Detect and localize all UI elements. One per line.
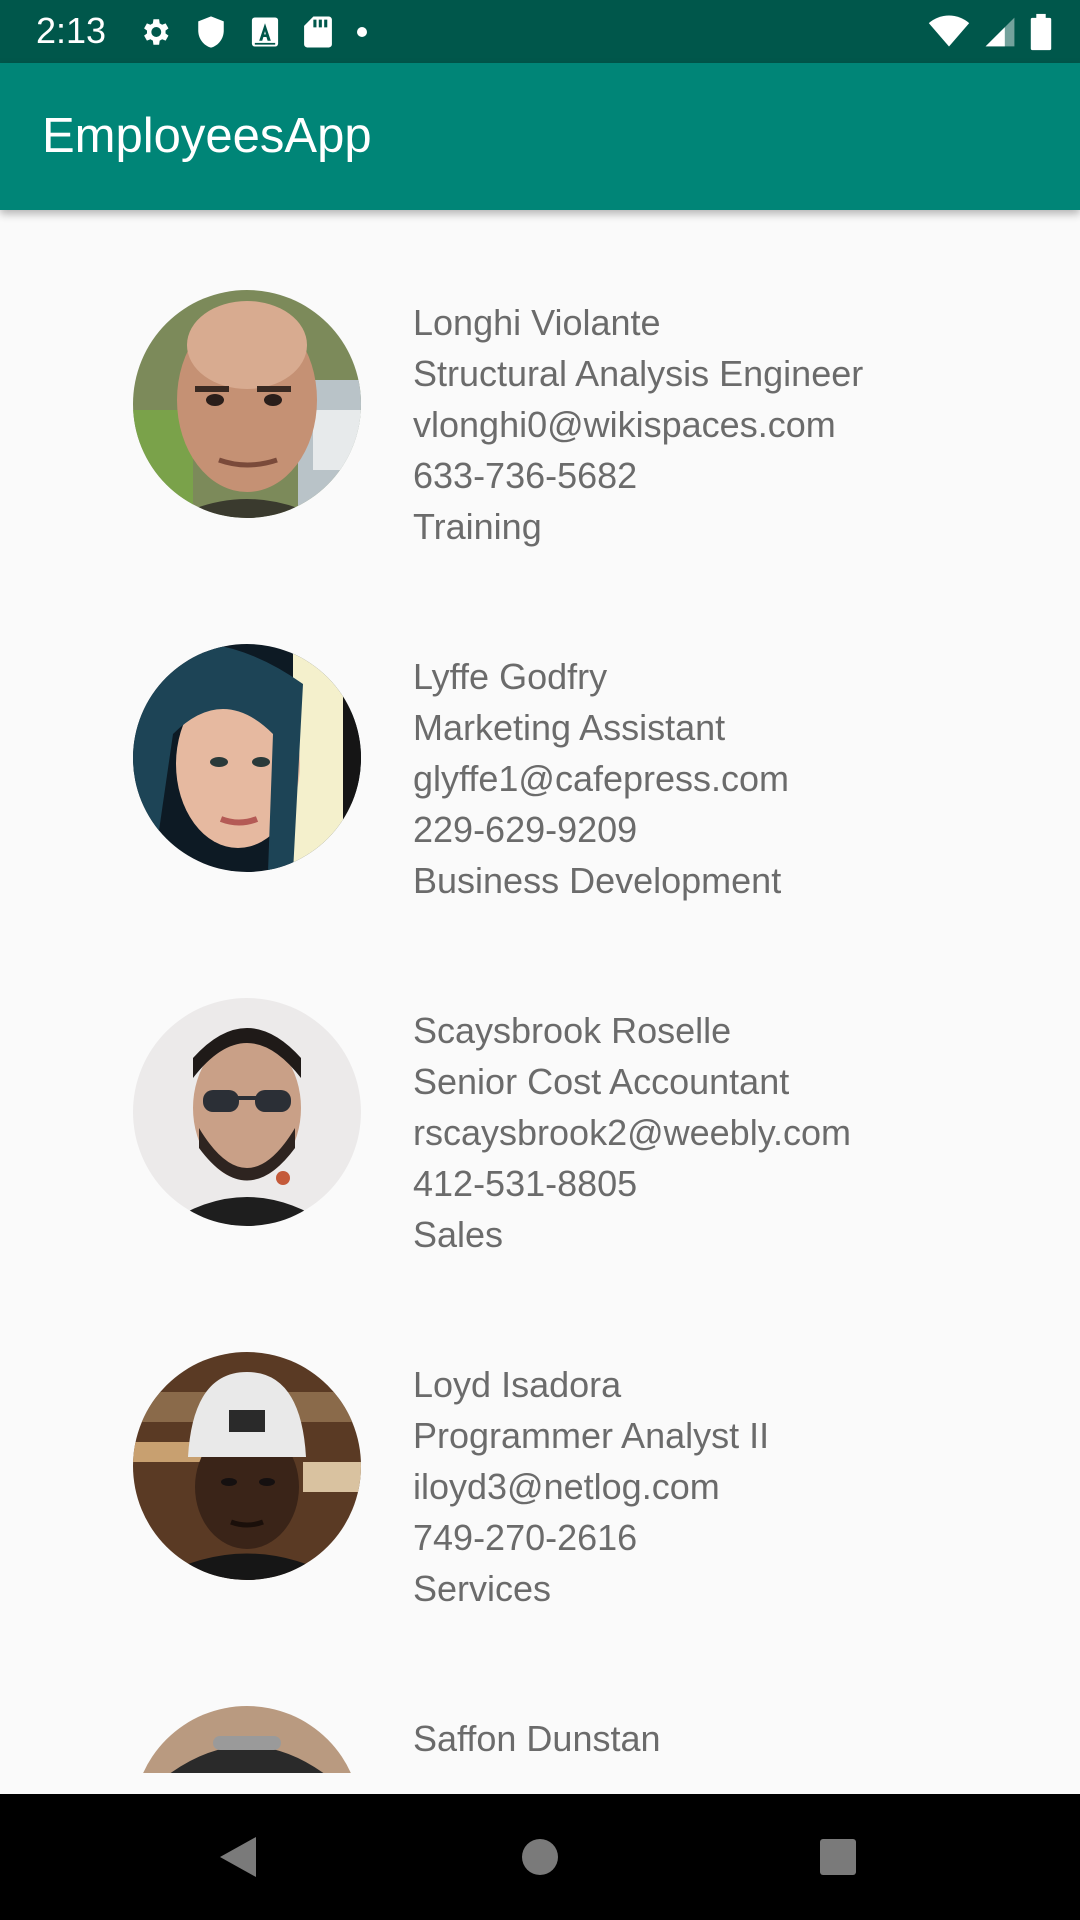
employee-phone: 229-629-9209 <box>413 809 638 850</box>
battery-icon <box>1030 13 1052 51</box>
employee-name: Lyffe Godfry <box>413 656 608 697</box>
employee-row[interactable]: Longhi Violante Structural Analysis Engi… <box>0 210 1080 564</box>
employee-avatar <box>133 290 361 518</box>
employee-info: Longhi Violante Structural Analysis Engi… <box>413 297 1053 552</box>
employee-info: Lyffe Godfry Marketing Assistant glyffe1… <box>413 651 1053 906</box>
employee-list[interactable]: Longhi Violante Structural Analysis Engi… <box>0 210 1080 1773</box>
employee-title: Programmer Analyst II <box>413 1415 770 1456</box>
employee-name: Longhi Violante <box>413 302 661 343</box>
employee-row[interactable]: Scaysbrook Roselle Senior Cost Accountan… <box>0 918 1080 1272</box>
employee-row[interactable]: Loyd Isadora Programmer Analyst II iloyd… <box>0 1272 1080 1626</box>
employee-department: Services <box>413 1568 552 1609</box>
status-icons-right <box>928 13 1052 51</box>
employee-avatar <box>133 998 361 1226</box>
recents-button[interactable] <box>778 1794 898 1920</box>
employee-name: Scaysbrook Roselle <box>413 1010 732 1051</box>
employee-name: Saffon Dunstan <box>413 1718 661 1759</box>
status-icons-left <box>138 14 368 50</box>
navigation-bar <box>0 1794 1080 1920</box>
employee-email: iloyd3@netlog.com <box>413 1466 720 1507</box>
home-button[interactable] <box>480 1794 600 1920</box>
sd-card-icon <box>304 16 332 48</box>
employee-avatar <box>133 1352 361 1580</box>
status-bar: 2:13 <box>0 0 1080 63</box>
employee-row[interactable]: Lyffe Godfry Marketing Assistant glyffe1… <box>0 564 1080 918</box>
signal-icon <box>985 17 1015 47</box>
employee-row[interactable]: Saffon Dunstan <box>0 1626 1080 1773</box>
back-icon <box>220 1837 256 1877</box>
employee-avatar <box>133 644 361 872</box>
shield-icon <box>198 16 224 48</box>
employee-department: Training <box>413 506 542 547</box>
screen: 2:13 EmployeesApp Longhi Violante Struct… <box>0 0 1080 1920</box>
employee-info: Loyd Isadora Programmer Analyst II iloyd… <box>413 1359 1053 1614</box>
employee-phone: 412-531-8805 <box>413 1163 638 1204</box>
employee-name: Loyd Isadora <box>413 1364 622 1405</box>
app-title: EmployeesApp <box>42 109 372 163</box>
back-button[interactable] <box>178 1794 298 1920</box>
employee-avatar <box>133 1706 361 1773</box>
gear-icon <box>144 19 169 45</box>
employee-department: Sales <box>413 1214 504 1255</box>
dot-icon <box>357 27 367 37</box>
font-a-icon <box>251 17 279 47</box>
recents-icon <box>820 1839 856 1875</box>
status-time: 2:13 <box>36 10 107 51</box>
employee-title: Senior Cost Accountant <box>413 1061 790 1102</box>
employee-email: vlonghi0@wikispaces.com <box>413 404 836 445</box>
employee-info: Saffon Dunstan <box>413 1713 1053 1764</box>
employee-email: rscaysbrook2@weebly.com <box>413 1112 852 1153</box>
app-bar: EmployeesApp <box>0 63 1080 210</box>
employee-title: Marketing Assistant <box>413 707 726 748</box>
employee-phone: 749-270-2616 <box>413 1517 638 1558</box>
employee-info: Scaysbrook Roselle Senior Cost Accountan… <box>413 1005 1053 1260</box>
employee-department: Business Development <box>413 860 782 901</box>
employee-title: Structural Analysis Engineer <box>413 353 864 394</box>
employee-email: glyffe1@cafepress.com <box>413 758 790 799</box>
wifi-icon <box>928 15 970 47</box>
home-icon <box>522 1839 558 1875</box>
employee-phone: 633-736-5682 <box>413 455 638 496</box>
